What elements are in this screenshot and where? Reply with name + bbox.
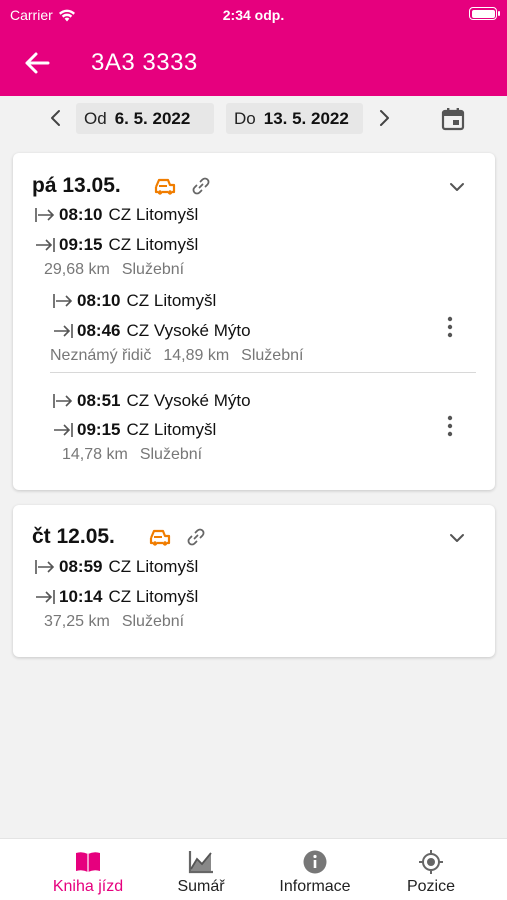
driver: Neznámý řidič [50,347,152,364]
day-start-row: 08:59 CZ Litomyšl [34,557,198,577]
date-from-label: Od [84,108,107,128]
next-period-icon[interactable] [374,108,394,128]
trip-end-row[interactable]: 08:46 CZ Vysoké Mýto [52,321,251,341]
day-end-row: 10:14 CZ Litomyšl [34,587,198,607]
tab-label: Informace [279,878,351,895]
day-start-row: 08:10 CZ Litomyšl [34,205,198,225]
end-place: CZ Litomyšl [126,420,217,439]
end-arrow-icon [54,423,73,437]
end-arrow-icon [36,238,55,252]
day-end-row: 09:15 CZ Litomyšl [34,235,198,255]
trip-start-row[interactable]: 08:51 CZ Vysoké Mýto [52,391,251,411]
start-place: CZ Litomyšl [108,557,199,576]
location-icon [419,850,443,874]
trip-type: Služební [241,347,304,364]
start-time: 08:10 [59,205,103,224]
info-icon [303,850,327,874]
start-place: CZ Litomyšl [108,205,199,224]
page-title: 3A3 3333 [91,49,198,76]
chevron-down-icon[interactable] [447,177,467,197]
start-place: CZ Vysoké Mýto [126,391,251,410]
tab-label: Kniha jízd [52,878,124,895]
trip-start-row[interactable]: 08:10 CZ Litomyšl [52,291,216,311]
app-bar: 3A3 3333 [0,30,507,96]
trip-type: Služební [139,446,203,463]
trip-meta: Neznámý řidič 14,89 km Služební [50,347,303,365]
date-from-value: 6. 5. 2022 [114,108,191,128]
vehicle-trip-icon [149,529,171,546]
status-time: 2:34 odp. [222,7,285,23]
trip-type: Služební [121,613,185,630]
trip-type: Služební [121,261,185,278]
end-time: 09:15 [59,235,103,254]
vehicle-trip-icon [154,178,176,195]
day-meta: 37,25 km Služební [44,613,184,631]
divider [50,372,476,373]
link-icon[interactable] [191,176,211,196]
book-icon [76,852,100,872]
date-to-value: 13. 5. 2022 [263,108,349,128]
distance: 29,68 km [44,261,110,278]
start-time: 08:10 [77,291,121,310]
trip-end-row[interactable]: 09:15 CZ Litomyšl [52,420,216,440]
distance: 14,78 km [62,446,128,463]
trip-meta: 14,78 km Služební [62,446,202,464]
day-card[interactable]: čt 12.05. 08:59 CZ Litomyšl 10:14 CZ Lit… [13,505,495,657]
end-place: CZ Litomyšl [108,587,199,606]
calendar-icon[interactable] [440,106,466,132]
tab-informace[interactable]: Informace [252,839,378,900]
back-arrow-icon[interactable] [22,48,52,78]
distance: 14,89 km [163,347,230,364]
status-bar: Carrier 2:34 odp. [0,0,507,30]
chevron-down-icon[interactable] [447,528,467,548]
day-date: čt 12.05. [32,525,115,548]
previous-period-icon[interactable] [46,108,66,128]
more-options-icon[interactable] [447,316,453,338]
tab-sumar[interactable]: Sumář [138,839,264,900]
start-time: 08:59 [59,557,103,576]
start-arrow-icon [35,560,55,574]
distance: 37,25 km [44,613,110,630]
date-range-filter: Od 6. 5. 2022 Do 13. 5. 2022 [0,96,507,142]
start-arrow-icon [35,208,55,222]
end-place: CZ Vysoké Mýto [126,321,251,340]
day-meta: 29,68 km Služební [44,261,184,279]
start-arrow-icon [53,394,73,408]
end-place: CZ Litomyšl [108,235,199,254]
end-arrow-icon [36,590,55,604]
date-to-field[interactable]: Do 13. 5. 2022 [226,103,363,134]
date-from-field[interactable]: Od 6. 5. 2022 [76,103,214,134]
day-date: pá 13.05. [32,174,121,197]
more-options-icon[interactable] [447,415,453,437]
tab-pozice[interactable]: Pozice [368,839,494,900]
day-card[interactable]: pá 13.05. 08:10 CZ Litomyšl 09:15 CZ Lit… [13,153,495,490]
tab-kniha-jizd[interactable]: Kniha jízd [25,839,151,900]
start-arrow-icon [53,294,73,308]
chart-icon [188,851,213,874]
end-arrow-icon [54,324,73,338]
end-time: 10:14 [59,587,103,606]
date-to-label: Do [234,108,256,128]
start-place: CZ Litomyšl [126,291,217,310]
end-time: 08:46 [77,321,121,340]
end-time: 09:15 [77,420,121,439]
battery-icon [469,7,500,20]
bottom-navigation: Kniha jízd Sumář Informace Pozice [0,838,507,900]
tab-label: Sumář [177,878,225,895]
link-icon[interactable] [186,527,206,547]
tab-label: Pozice [406,878,456,895]
start-time: 08:51 [77,391,121,410]
